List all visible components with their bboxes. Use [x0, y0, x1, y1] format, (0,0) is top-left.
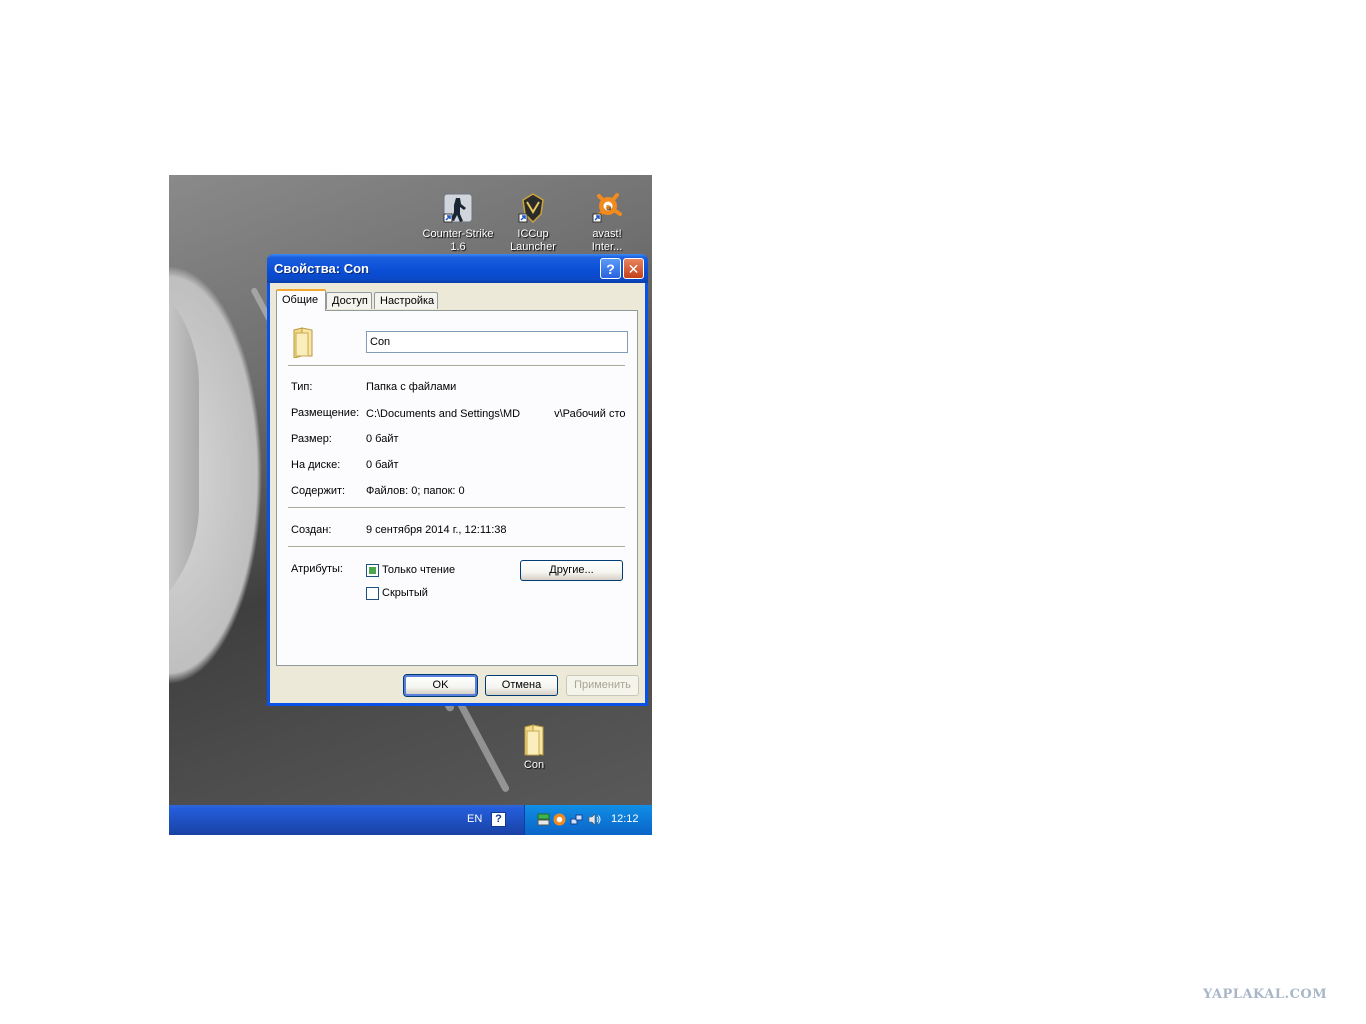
on-disk-value: 0 байт — [366, 459, 399, 471]
clock[interactable]: 12:12 — [611, 813, 639, 825]
window-titlebar[interactable]: Свойства: Con ? ✕ — [267, 254, 648, 283]
properties-window: Свойства: Con ? ✕ Общие Доступ Настройка… — [267, 254, 648, 706]
desktop-icon-label: avast! — [592, 228, 622, 240]
location-value-part: v\Рабочий сто — [554, 408, 626, 420]
type-label: Тип: — [291, 381, 313, 393]
location-label: Размещение: — [291, 407, 360, 419]
desktop-icon-label: Counter-Strike — [422, 228, 494, 240]
created-label: Создан: — [291, 524, 332, 536]
avast-tray-icon[interactable] — [553, 813, 566, 826]
size-value: 0 байт — [366, 433, 399, 445]
divider — [288, 507, 625, 509]
system-tray: 12:12 — [524, 805, 652, 835]
network-status-icon[interactable] — [537, 813, 550, 826]
hidden-label[interactable]: Скрытый — [382, 587, 428, 599]
folder-name-input[interactable] — [366, 331, 628, 353]
readonly-label[interactable]: Только чтение — [382, 564, 455, 576]
desktop-icon-avast[interactable]: a avast! Inter... — [567, 192, 647, 254]
volume-icon[interactable] — [588, 813, 601, 826]
desktop-icon-label: 1.6 — [450, 241, 466, 253]
site-watermark: YAPLAKAL.COM — [1203, 987, 1328, 1002]
car-wallpaper-shape — [169, 245, 199, 645]
language-indicator[interactable]: EN — [467, 813, 482, 825]
desktop-icon-label: Launcher — [510, 241, 556, 253]
help-button[interactable]: ? — [600, 258, 621, 279]
desktop-icon-label: Con — [523, 759, 545, 771]
counter-strike-icon — [442, 192, 474, 224]
attributes-label: Атрибуты: — [291, 563, 343, 575]
folder-icon — [292, 326, 314, 359]
desktop-icon-con-folder[interactable]: Con — [494, 723, 574, 772]
size-label: Размер: — [291, 433, 332, 445]
ok-button[interactable]: OK — [403, 674, 478, 697]
avast-icon: a — [591, 192, 623, 224]
redacted-area — [520, 407, 555, 417]
on-disk-label: На диске: — [291, 459, 341, 471]
contains-value: Файлов: 0; папок: 0 — [366, 485, 465, 497]
divider — [288, 546, 625, 548]
divider — [288, 365, 625, 367]
tab-access[interactable]: Доступ — [326, 292, 372, 309]
location-value: C:\Documents and Settings\MD v\Рабочий ст… — [366, 407, 626, 420]
type-value: Папка с файлами — [366, 381, 457, 393]
svg-text:a: a — [606, 203, 611, 211]
readonly-checkbox[interactable] — [366, 564, 379, 577]
apply-button[interactable]: Применить — [566, 675, 639, 696]
contains-label: Содержит: — [291, 485, 346, 497]
desktop-icon-label: Inter... — [591, 241, 623, 253]
taskbar: EN ? 12:12 — [169, 805, 652, 835]
network-connections-icon[interactable] — [570, 813, 583, 826]
created-value: 9 сентября 2014 г., 12:11:38 — [366, 524, 507, 536]
general-tab-panel: Тип: Папка с файлами Размещение: C:\Docu… — [276, 310, 638, 666]
cancel-button[interactable]: Отмена — [485, 675, 558, 696]
tab-general[interactable]: Общие — [276, 289, 326, 311]
folder-icon — [518, 723, 550, 756]
hidden-checkbox[interactable] — [366, 587, 379, 600]
window-client: Общие Доступ Настройка Тип: Папка с файл… — [270, 283, 645, 703]
language-help-icon[interactable]: ? — [491, 812, 506, 827]
window-title: Свойства: Con — [274, 261, 369, 276]
tab-customize[interactable]: Настройка — [374, 292, 438, 309]
close-button[interactable]: ✕ — [623, 258, 644, 279]
iccup-launcher-icon — [517, 192, 549, 224]
desktop-icon-iccup-launcher[interactable]: ICCup Launcher — [493, 192, 573, 254]
other-attributes-button[interactable]: Другие... — [520, 560, 623, 581]
desktop-icon-counter-strike[interactable]: Counter-Strike 1.6 — [418, 192, 498, 254]
desktop-icon-label: ICCup — [517, 228, 549, 240]
location-value-part: C:\Documents and Settings\MD — [366, 408, 521, 420]
